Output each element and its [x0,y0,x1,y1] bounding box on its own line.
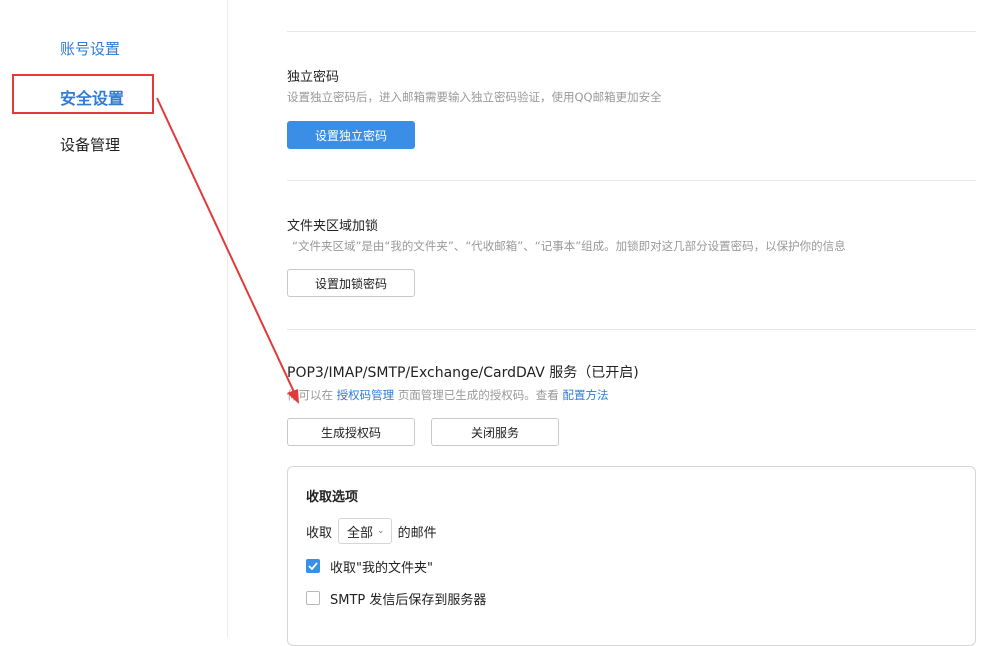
option-receive-my-folder[interactable]: 收取"我的文件夹" [306,556,433,576]
checkbox-unchecked[interactable] [306,591,320,605]
close-service-button[interactable]: 关闭服务 [431,418,559,446]
independent-password-desc: 设置独立密码后，进入邮箱需要输入独立密码验证，使用QQ邮箱更加安全 [287,90,662,104]
pop3-service-desc: 你可以在 授权码管理 页面管理已生成的授权码。查看 配置方法 [287,387,608,403]
set-lock-password-button[interactable]: 设置加锁密码 [287,269,415,297]
divider [287,329,976,330]
sidebar-item-device-management[interactable]: 设备管理 [60,134,120,155]
pop3-service-title: POP3/IMAP/SMTP/Exchange/CardDAV 服务（已开启) [287,365,639,381]
receive-scope-value: 全部 [347,525,374,541]
check-icon [308,562,318,570]
annotation-highlight-box [12,74,154,114]
pop3-desc-prefix: 你可以在 [287,388,333,402]
checkbox-checked[interactable] [306,559,320,573]
receive-options-title: 收取选项 [306,490,359,505]
pop3-desc-middle: 页面管理已生成的授权码。查看 [397,388,559,402]
set-independent-password-button[interactable]: 设置独立密码 [287,121,415,149]
receive-label: 收取 [306,525,333,541]
divider [287,180,976,181]
chevron-down-icon: ⌄ [377,526,385,536]
generate-auth-code-button[interactable]: 生成授权码 [287,418,415,446]
config-method-link[interactable]: 配置方法 [562,388,608,402]
auth-code-management-link[interactable]: 授权码管理 [337,388,395,402]
option-smtp-save-to-server[interactable]: SMTP 发信后保存到服务器 [306,588,486,608]
option-receive-my-folder-label: 收取"我的文件夹" [330,560,433,576]
option-smtp-save-label: SMTP 发信后保存到服务器 [330,592,487,608]
sidebar-item-account-settings[interactable]: 账号设置 [60,38,120,59]
receive-suffix: 的邮件 [397,525,437,541]
divider [287,31,976,32]
folder-lock-desc: “文件夹区域”是由“我的文件夹”、“代收邮箱”、“记事本”组成。加锁即对这几部分… [292,239,846,253]
receive-scope-select[interactable]: 全部 ⌄ [338,518,392,544]
folder-lock-title: 文件夹区域加锁 [287,219,379,234]
independent-password-title: 独立密码 [287,70,340,85]
receive-row: 收取 全部 ⌄ 的邮件 [306,517,437,545]
sidebar: 账号设置 安全设置 设备管理 [0,0,228,637]
receive-options-panel: 收取选项 收取 全部 ⌄ 的邮件 收取"我的文件夹" SMTP 发信后保存到服务… [287,466,976,646]
